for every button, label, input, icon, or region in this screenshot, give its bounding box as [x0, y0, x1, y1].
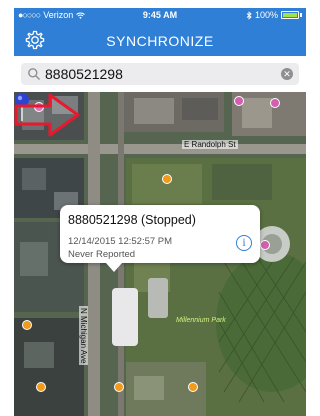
battery-tip [300, 13, 302, 17]
poi-marker[interactable] [162, 174, 172, 184]
poi-marker[interactable] [260, 240, 270, 250]
park-label: Millennium Park [176, 317, 226, 324]
poi-marker[interactable] [36, 382, 46, 392]
callout-date: 12/14/2015 12:52:57 PM [68, 236, 173, 247]
poi-marker[interactable] [234, 96, 244, 106]
bluetooth-icon [246, 10, 252, 20]
status-bar: ●○○○○ Verizon 9:45 AM 100% [14, 8, 306, 22]
app-screen: ●○○○○ Verizon 9:45 AM 100% SYNCHRONIZE 8… [14, 8, 306, 416]
red-arrow-annotation [14, 93, 80, 137]
top-bar: ●○○○○ Verizon 9:45 AM 100% SYNCHRONIZE [14, 8, 306, 56]
search-input[interactable] [45, 66, 265, 82]
page-title: SYNCHRONIZE [106, 33, 214, 49]
poi-marker[interactable] [114, 382, 124, 392]
poi-marker[interactable] [188, 382, 198, 392]
poi-marker[interactable] [270, 98, 280, 108]
search-box[interactable]: ✕ [21, 63, 299, 85]
callout-tail [106, 263, 122, 272]
street-label-randolph: E Randolph St [182, 140, 238, 149]
status-right: 100% [246, 10, 302, 20]
search-area: ✕ [14, 56, 306, 92]
map-view[interactable]: E Randolph St N Michigan Ave Millennium … [14, 92, 306, 416]
callout-status: Never Reported [68, 249, 136, 260]
street-label-michigan: N Michigan Ave [79, 306, 88, 366]
battery-icon [281, 11, 299, 19]
callout-title: 8880521298 (Stopped) [68, 213, 196, 227]
info-icon[interactable]: i [236, 235, 252, 251]
battery-percent: 100% [254, 10, 278, 20]
clear-icon[interactable]: ✕ [281, 68, 293, 80]
poi-marker[interactable] [22, 320, 32, 330]
nav-bar: SYNCHRONIZE [14, 24, 306, 56]
device-callout[interactable]: 8880521298 (Stopped) 12/14/2015 12:52:57… [60, 205, 260, 263]
search-icon [28, 68, 40, 80]
